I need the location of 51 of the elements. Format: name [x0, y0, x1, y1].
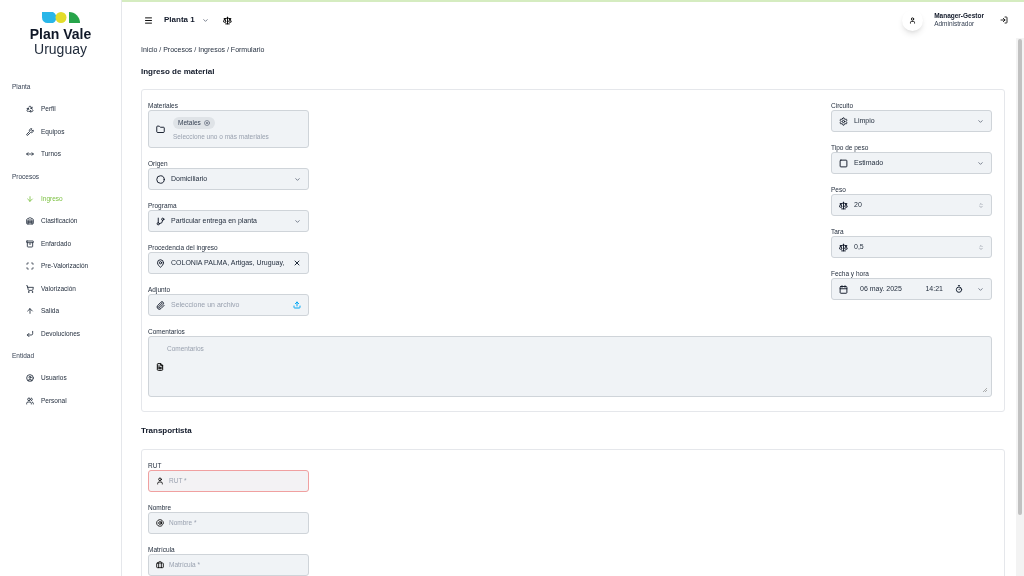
avatar[interactable]: [902, 9, 924, 31]
arrow-down-icon: [26, 194, 34, 203]
section-title: Ingreso de material: [141, 67, 216, 77]
calendar-icon: [839, 284, 848, 294]
logo-icon: [41, 12, 80, 23]
folder-icon: [156, 124, 165, 134]
scale-icon[interactable]: [222, 15, 232, 25]
caret-icon: [294, 175, 301, 183]
arrow-up-icon: [26, 307, 34, 316]
caret-icon: [977, 285, 984, 293]
caret-icon: [977, 117, 984, 125]
section-title: Transportista: [141, 426, 193, 436]
menu-icon[interactable]: [144, 15, 153, 25]
pin-icon: [156, 258, 165, 268]
warehouse-icon: [26, 217, 34, 226]
clear-icon[interactable]: [293, 259, 301, 267]
cart-icon: [26, 284, 34, 293]
recycle-icon: [26, 105, 34, 114]
chevron-down-icon: [201, 16, 209, 24]
at-icon: [156, 519, 164, 527]
logout-icon[interactable]: [1000, 16, 1008, 24]
user-icon: [909, 16, 917, 24]
tools-icon: [26, 127, 34, 136]
paperclip-icon: [156, 300, 165, 310]
caret-icon: [977, 159, 984, 167]
scrollbar[interactable]: [1016, 38, 1024, 576]
archive-icon: [26, 239, 34, 248]
stepper-icon[interactable]: [978, 201, 984, 209]
users-icon: [26, 396, 34, 405]
return-icon: [26, 329, 34, 338]
timer-icon: [955, 285, 963, 293]
circle-icon: [156, 174, 165, 184]
document-icon: [156, 362, 164, 371]
briefcase-icon: [156, 561, 164, 569]
remove-icon[interactable]: [203, 119, 210, 126]
gear-icon: [839, 116, 848, 126]
branch-icon: [156, 216, 165, 226]
square-icon: [839, 158, 848, 168]
logo-subtitle: Uruguay: [34, 42, 87, 56]
person-icon: [156, 477, 164, 485]
arrows-icon: [26, 150, 34, 159]
stepper-icon[interactable]: [978, 243, 984, 251]
resize-handle-icon[interactable]: [983, 388, 987, 392]
user-circle-icon: [26, 374, 34, 383]
plant-selector[interactable]: Planta 1: [164, 14, 209, 26]
scale-icon: [839, 242, 848, 252]
logo-title: Plan Vale: [29, 27, 92, 42]
frame-icon: [26, 262, 34, 271]
upload-icon[interactable]: [293, 301, 301, 309]
caret-icon: [294, 217, 301, 225]
scale-icon: [839, 200, 848, 210]
